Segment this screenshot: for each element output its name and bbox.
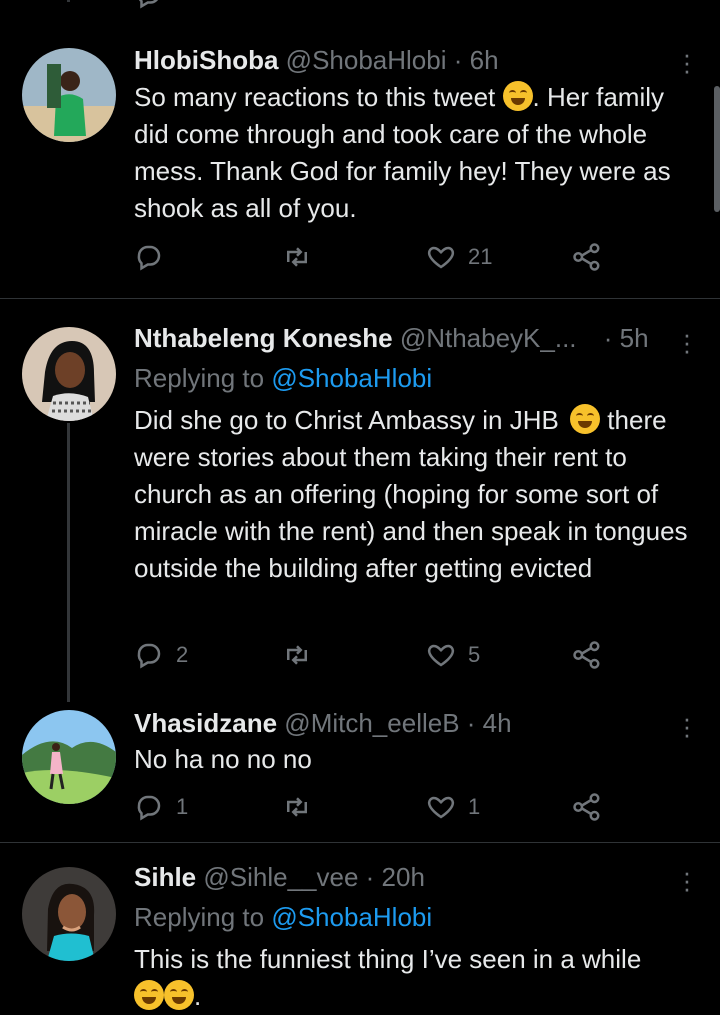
display-name[interactable]: Vhasidzane bbox=[134, 708, 277, 738]
heart-icon bbox=[427, 246, 455, 269]
laughing-emoji bbox=[502, 81, 533, 111]
timestamp[interactable]: · 20h bbox=[366, 862, 425, 892]
more-icon[interactable]: · · · bbox=[682, 705, 692, 747]
reply-context: Replying to @ShobaHlobi bbox=[134, 362, 432, 394]
reply-count: 2 bbox=[176, 642, 189, 667]
like-button[interactable]: 21 bbox=[426, 240, 492, 274]
avatar-photo bbox=[22, 48, 116, 142]
tweet-actions: 21 bbox=[134, 240, 614, 274]
handle[interactable]: @NthabeyK_... bbox=[400, 323, 577, 353]
tweet-feed: HlobiShoba @ShobaHlobi · 6h · · · So many … bbox=[0, 0, 720, 1011]
tweet[interactable]: HlobiShoba @ShobaHlobi · 6h · · · So many … bbox=[0, 0, 720, 299]
tweet-header: Nthabeleng Koneshe @NthabeyK_... · 5h bbox=[134, 322, 690, 354]
like-count: 5 bbox=[468, 642, 481, 667]
tweet-actions: 1 1 bbox=[134, 790, 614, 824]
retweet-icon bbox=[287, 645, 307, 665]
like-button[interactable]: 5 bbox=[426, 638, 480, 672]
reply-button[interactable]: 2 bbox=[134, 638, 188, 672]
tweet-text: Did she go to Christ Ambassy in JHB ther… bbox=[134, 404, 688, 583]
scrollbar-thumb[interactable] bbox=[714, 86, 720, 212]
more-icon[interactable]: · · · bbox=[682, 321, 692, 363]
replying-label: Replying to bbox=[134, 902, 265, 932]
share-button[interactable] bbox=[572, 638, 602, 672]
reply-handle-link[interactable]: @ShobaHlobi bbox=[271, 363, 432, 393]
tweet-header: Vhasidzane @Mitch_eelleB · 4h bbox=[134, 707, 690, 739]
retweet-button[interactable] bbox=[282, 240, 324, 274]
timestamp[interactable]: · 4h bbox=[467, 708, 512, 738]
thread-line bbox=[67, 423, 70, 702]
more-icon[interactable]: · · · bbox=[682, 41, 692, 83]
like-button[interactable]: 1 bbox=[426, 790, 480, 824]
reply-button[interactable] bbox=[134, 240, 176, 274]
retweet-icon bbox=[287, 247, 307, 267]
avatar[interactable] bbox=[22, 48, 116, 142]
reply-handle-link[interactable]: @ShobaHlobi bbox=[271, 902, 432, 932]
heart-icon bbox=[427, 644, 455, 667]
retweet-button[interactable] bbox=[282, 790, 324, 824]
tweet-text: This is the funniest thing I’ve seen in … bbox=[134, 944, 642, 1011]
timestamp[interactable]: · 5h bbox=[604, 323, 649, 353]
handle[interactable]: @Sihle__vee bbox=[203, 862, 358, 892]
share-button[interactable] bbox=[572, 790, 602, 824]
avatar[interactable] bbox=[22, 867, 116, 961]
reply-icon bbox=[137, 795, 161, 821]
tweet[interactable]: Sihle @Sihle__vee · 20h · · · Replying to … bbox=[0, 843, 720, 1011]
avatar-photo bbox=[22, 327, 116, 421]
reply-button[interactable]: 1 bbox=[134, 790, 188, 824]
avatar-photo bbox=[22, 867, 116, 961]
display-name[interactable]: HlobiShoba bbox=[134, 45, 278, 75]
tweet-actions: 2 5 bbox=[134, 638, 614, 672]
share-icon bbox=[573, 243, 600, 271]
timestamp[interactable]: · 6h bbox=[454, 45, 499, 75]
share-icon bbox=[573, 641, 600, 669]
tweet-text: No ha no no no bbox=[134, 744, 312, 774]
display-name[interactable]: Nthabeleng Koneshe bbox=[134, 323, 393, 353]
heart-icon bbox=[427, 796, 455, 819]
reply-icon bbox=[137, 245, 161, 271]
more-icon[interactable]: · · · bbox=[682, 859, 692, 901]
tweet[interactable]: Vhasidzane @Mitch_eelleB · 4h · · · No ha … bbox=[0, 702, 720, 843]
handle[interactable]: @ShobaHlobi bbox=[286, 45, 447, 75]
handle[interactable]: @Mitch_eelleB bbox=[284, 708, 459, 738]
avatar[interactable] bbox=[22, 710, 116, 804]
avatar[interactable] bbox=[22, 327, 116, 421]
reply-count: 1 bbox=[176, 794, 189, 819]
share-button[interactable] bbox=[572, 240, 602, 274]
like-count: 1 bbox=[468, 794, 481, 819]
retweet-icon bbox=[287, 797, 307, 817]
share-icon bbox=[573, 793, 600, 821]
reply-icon bbox=[137, 643, 161, 669]
tweet-text: So many reactions to this tweet . Her fa… bbox=[134, 81, 671, 223]
tweet-header: Sihle @Sihle__vee · 20h bbox=[134, 861, 690, 893]
tweet-header: HlobiShoba @ShobaHlobi · 6h bbox=[134, 44, 690, 76]
retweet-button[interactable] bbox=[282, 638, 324, 672]
grinning-emoji bbox=[570, 404, 601, 434]
avatar-photo bbox=[22, 710, 116, 804]
display-name[interactable]: Sihle bbox=[134, 862, 196, 892]
reply-context: Replying to @ShobaHlobi bbox=[134, 901, 432, 933]
like-count: 21 bbox=[468, 244, 493, 269]
replying-label: Replying to bbox=[134, 363, 265, 393]
tweet[interactable]: Nthabeleng Koneshe @NthabeyK_... · 5h · ·… bbox=[0, 299, 720, 702]
